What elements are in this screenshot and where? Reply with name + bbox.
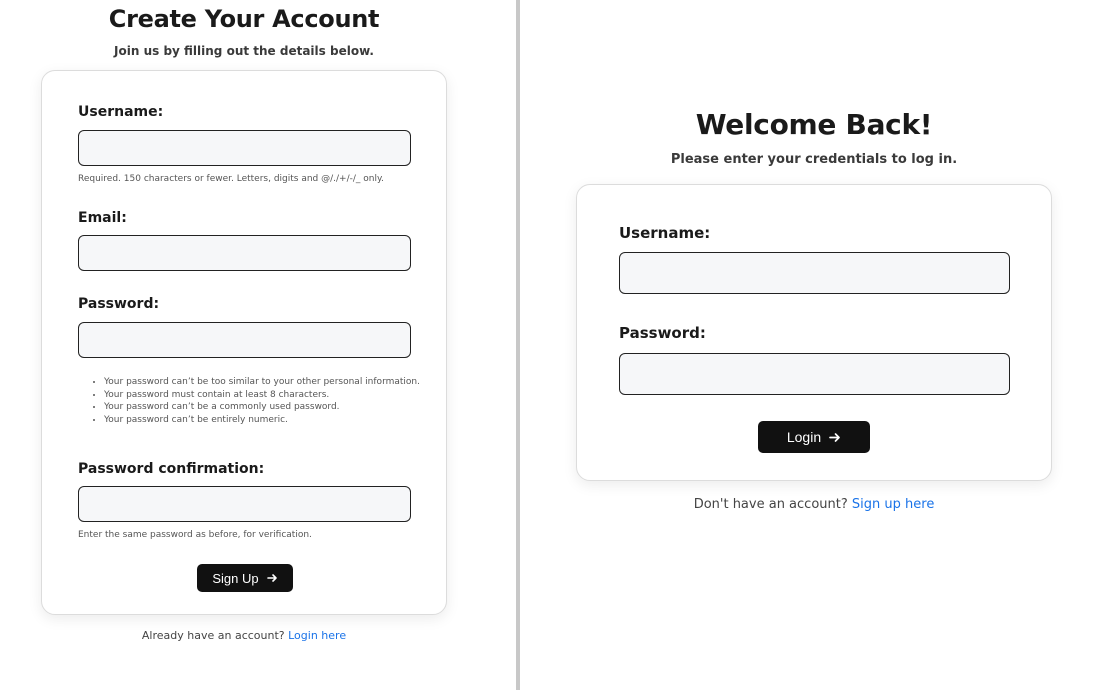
signup-password-input[interactable]: [78, 322, 411, 358]
signup-email-input[interactable]: [78, 235, 411, 271]
signup-pane: Create Your Account Join us by filling o…: [0, 0, 516, 690]
signup-card: Username: Required. 150 characters or fe…: [41, 70, 447, 615]
signup-title: Create Your Account: [108, 5, 380, 33]
login-password-input[interactable]: [619, 353, 1010, 395]
signup-username-label: Username:: [78, 104, 164, 120]
login-footer: Don't have an account? Sign up here: [520, 497, 1108, 512]
login-username-input[interactable]: [619, 252, 1010, 294]
signup-password-confirm-label: Password confirmation:: [78, 461, 265, 477]
login-password-label: Password:: [619, 324, 706, 342]
login-username-label: Username:: [619, 224, 711, 242]
password-rules-list: Your password can’t be too similar to yo…: [78, 376, 444, 427]
password-rule: Your password can’t be a commonly used p…: [104, 401, 444, 414]
signup-password-confirm-input[interactable]: [78, 486, 411, 522]
login-button[interactable]: Login: [758, 421, 870, 453]
signup-footer-text: Already have an account?: [141, 629, 285, 642]
signup-subtitle: Join us by filling out the details below…: [114, 44, 374, 58]
signup-password-confirm-help: Enter the same password as before, for v…: [78, 530, 312, 540]
password-rule: Your password must contain at least 8 ch…: [104, 389, 444, 402]
signup-username-input[interactable]: [78, 130, 411, 166]
login-card: Username: Password: Login: [576, 184, 1052, 481]
signup-footer: Already have an account? Login here: [0, 629, 488, 642]
login-title: Welcome Back!: [695, 108, 933, 141]
arrow-right-icon: [266, 574, 277, 582]
login-pane: Welcome Back! Please enter your credenti…: [520, 0, 1120, 690]
password-rule: Your password can’t be entirely numeric.: [104, 414, 444, 427]
signup-button-label: Sign Up: [212, 570, 259, 586]
login-link[interactable]: Login here: [288, 629, 346, 642]
signup-button[interactable]: Sign Up: [197, 564, 293, 592]
signup-email-label: Email:: [78, 210, 127, 226]
signup-username-help: Required. 150 characters or fewer. Lette…: [78, 174, 384, 184]
password-rule: Your password can’t be too similar to yo…: [104, 376, 444, 389]
login-button-label: Login: [786, 429, 822, 445]
signup-password-label: Password:: [78, 296, 160, 312]
signup-link[interactable]: Sign up here: [852, 497, 934, 512]
login-subtitle: Please enter your credentials to log in.: [670, 152, 958, 167]
arrow-right-icon: [829, 432, 840, 442]
login-footer-text: Don't have an account?: [693, 497, 848, 512]
